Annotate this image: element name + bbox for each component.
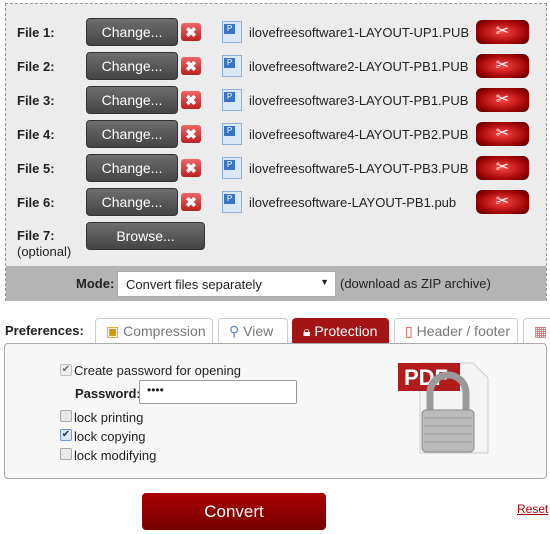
publisher-file-icon: P	[222, 55, 242, 77]
lock-printing-label: lock printing	[74, 410, 144, 425]
file-label: File 7:	[17, 228, 55, 243]
file-name: ilovefreesoftware2-LAYOUT-PB1.PUB	[249, 59, 469, 74]
page-icon: ▯	[405, 323, 417, 339]
protection-panel: ✔ Create password for opening Password: …	[4, 343, 547, 479]
mode-selected-value: Convert files separately	[126, 277, 262, 292]
file-label: File 5:	[17, 161, 55, 176]
publisher-file-icon: P	[222, 157, 242, 179]
tab-more[interactable]: ▦	[523, 318, 550, 343]
remove-file-icon[interactable]: ✖	[181, 57, 201, 75]
tab-protection[interactable]: 🔒︎ Protection	[292, 318, 389, 343]
remove-file-icon[interactable]: ✖	[181, 193, 201, 211]
file-row-7: File 7: (optional) Browse...	[6, 222, 546, 259]
optional-label: (optional)	[17, 244, 72, 259]
remove-file-icon[interactable]: ✖	[181, 159, 201, 177]
scissors-icon[interactable]: ✂	[476, 54, 529, 78]
pdf-lock-image: PDF	[398, 362, 489, 454]
file-label: File 4:	[17, 127, 55, 142]
password-input[interactable]: ••••	[139, 380, 297, 404]
chevron-down-icon: ▼	[320, 277, 329, 287]
lock-modifying-checkbox[interactable]	[60, 448, 72, 460]
lock-copying-checkbox[interactable]: ✔	[60, 429, 72, 441]
change-button[interactable]: Change...	[86, 188, 178, 216]
file-row-3: File 3: Change... ✖ P ilovefreesoftware3…	[6, 86, 546, 116]
tab-label: Compression	[123, 323, 206, 339]
scissors-icon[interactable]: ✂	[476, 156, 529, 180]
scissors-icon[interactable]: ✂	[476, 122, 529, 146]
create-password-label: Create password for opening	[74, 363, 241, 378]
tab-label: Header / footer	[416, 323, 510, 339]
mode-label: Mode:	[76, 276, 115, 291]
remove-file-icon[interactable]: ✖	[181, 125, 201, 143]
file-row-5: File 5: Change... ✖ P ilovefreesoftware5…	[6, 154, 546, 184]
scissors-icon[interactable]: ✂	[476, 20, 529, 44]
tab-view[interactable]: ⚲ View	[218, 318, 288, 343]
compression-icon: ▣	[106, 323, 124, 339]
remove-file-icon[interactable]: ✖	[181, 23, 201, 41]
file-label: File 6:	[17, 195, 55, 210]
mode-bar: Mode: Convert files separately ▼ (downloa…	[6, 266, 546, 301]
file-label: File 3:	[17, 93, 55, 108]
magnifier-icon: ⚲	[229, 323, 244, 339]
tab-label: View	[243, 323, 274, 339]
mode-select[interactable]: Convert files separately ▼	[117, 271, 336, 297]
file-name: ilovefreesoftware1-LAYOUT-UP1.PUB	[249, 25, 470, 40]
create-password-checkbox[interactable]: ✔	[60, 364, 72, 376]
lock-printing-checkbox[interactable]	[60, 410, 72, 422]
lock-copying-label: lock copying	[74, 429, 146, 444]
file-name: ilovefreesoftware5-LAYOUT-PB3.PUB	[249, 161, 469, 176]
file-label: File 1:	[17, 25, 55, 40]
change-button[interactable]: Change...	[86, 86, 178, 114]
file-upload-area: File 1: Change... ✖ P ilovefreesoftware1…	[5, 3, 547, 301]
remove-file-icon[interactable]: ✖	[181, 91, 201, 109]
file-name: ilovefreesoftware-LAYOUT-PB1.pub	[249, 195, 457, 210]
file-name: ilovefreesoftware3-LAYOUT-PB1.PUB	[249, 93, 469, 108]
scissors-icon[interactable]: ✂	[476, 88, 529, 112]
lock-modifying-label: lock modifying	[74, 448, 157, 463]
publisher-file-icon: P	[222, 123, 242, 145]
change-button[interactable]: Change...	[86, 154, 178, 182]
file-label: File 2:	[17, 59, 55, 74]
change-button[interactable]: Change...	[86, 52, 178, 80]
file-row-4: File 4: Change... ✖ P ilovefreesoftware4…	[6, 120, 546, 150]
file-row-1: File 1: Change... ✖ P ilovefreesoftware1…	[6, 18, 546, 48]
browse-button[interactable]: Browse...	[86, 222, 205, 250]
grid-icon: ▦	[534, 323, 548, 339]
mode-note: (download as ZIP archive)	[340, 276, 491, 291]
convert-button[interactable]: Convert	[142, 493, 326, 530]
file-row-2: File 2: Change... ✖ P ilovefreesoftware2…	[6, 52, 546, 82]
password-label: Password:	[75, 386, 141, 401]
reset-link[interactable]: Reset	[517, 502, 548, 516]
tab-compression[interactable]: ▣ Compression	[95, 318, 213, 343]
tab-label: Protection	[314, 323, 378, 339]
tab-header-footer[interactable]: ▯ Header / footer	[394, 318, 518, 343]
change-button[interactable]: Change...	[86, 120, 178, 148]
publisher-file-icon: P	[222, 191, 242, 213]
file-name: ilovefreesoftware4-LAYOUT-PB2.PUB	[249, 127, 469, 142]
publisher-file-icon: P	[222, 89, 242, 111]
change-button[interactable]: Change...	[86, 18, 178, 46]
preferences-label: Preferences:	[5, 323, 84, 338]
publisher-file-icon: P	[222, 21, 242, 43]
scissors-icon[interactable]: ✂	[476, 190, 529, 214]
lock-icon: 🔒︎	[303, 323, 315, 339]
file-row-6: File 6: Change... ✖ P ilovefreesoftware-…	[6, 188, 546, 218]
